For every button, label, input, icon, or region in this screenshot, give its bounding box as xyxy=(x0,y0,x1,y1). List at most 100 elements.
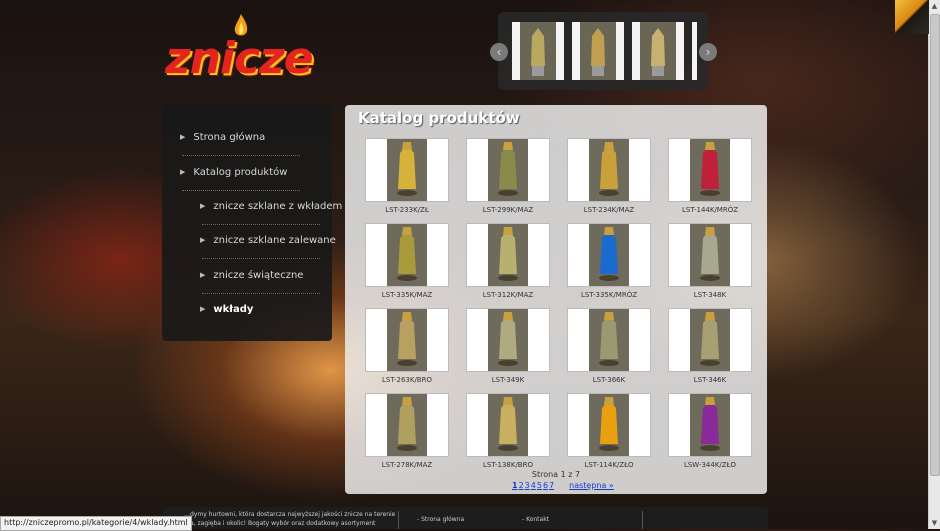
product-card[interactable]: LST-233K/ZŁ xyxy=(365,138,449,214)
product-card[interactable]: LST-299K/MAZ xyxy=(466,138,550,214)
product-code[interactable]: LST-114K/ZŁO xyxy=(567,461,651,469)
candle-icon xyxy=(690,309,730,371)
candle-icon xyxy=(488,139,528,201)
product-card[interactable]: LST-138K/BRO xyxy=(466,393,550,469)
product-code[interactable]: LST-234K/MAZ xyxy=(567,206,651,214)
product-image[interactable] xyxy=(466,138,550,202)
sidebar-item-wklady[interactable]: ▶ wkłady xyxy=(200,304,253,315)
candle-icon xyxy=(387,394,427,456)
candle-icon xyxy=(488,309,528,371)
product-card[interactable]: LST-278K/MAZ xyxy=(365,393,449,469)
pagination: 1234567 następna » xyxy=(512,481,615,490)
page-link[interactable]: 7 xyxy=(549,481,554,490)
next-page-link[interactable]: następna » xyxy=(569,481,614,490)
catalog-panel: Katalog produktów LST-233K/ZŁ LST-299K/MA… xyxy=(345,105,767,494)
product-card[interactable]: LST-348K xyxy=(668,223,752,299)
product-card[interactable]: LST-114K/ZŁO xyxy=(567,393,651,469)
pagination-info: Strona 1 z 7 xyxy=(531,470,581,479)
product-card[interactable]: LST-234K/MAZ xyxy=(567,138,651,214)
arrow-right-icon: ▶ xyxy=(200,271,206,279)
product-image[interactable] xyxy=(668,223,752,287)
product-code[interactable]: LST-263K/BRO xyxy=(365,376,449,384)
scrollbar-thumb[interactable] xyxy=(930,14,940,476)
candle-icon xyxy=(589,224,629,286)
product-image[interactable] xyxy=(466,308,550,372)
footer: …dymy hurtowni, która dostarcza najwyższ… xyxy=(162,507,768,529)
product-image[interactable] xyxy=(365,393,449,457)
divider xyxy=(182,155,300,157)
product-image[interactable] xyxy=(466,223,550,287)
page-link[interactable]: 5 xyxy=(537,481,542,490)
product-code[interactable]: LST-335K/MRÓZ xyxy=(567,291,651,299)
arrow-right-icon: ▶ xyxy=(200,202,206,210)
sidebar-item-zalewane[interactable]: ▶ znicze szklane zalewane xyxy=(200,235,336,246)
product-card[interactable]: LST-366K xyxy=(567,308,651,384)
product-image[interactable] xyxy=(365,138,449,202)
arrow-right-icon: ▶ xyxy=(180,168,186,176)
product-image[interactable] xyxy=(567,393,651,457)
vertical-scrollbar[interactable]: ▲ ▼ xyxy=(928,0,940,529)
candle-icon xyxy=(387,224,427,286)
product-code[interactable]: LST-299K/MAZ xyxy=(466,206,550,214)
product-code[interactable]: LST-233K/ZŁ xyxy=(365,206,449,214)
divider xyxy=(202,293,320,295)
sidebar-item-strona-glowna[interactable]: ▶ Strona główna xyxy=(180,132,265,143)
product-image[interactable] xyxy=(466,393,550,457)
sidebar-item-swiateczne[interactable]: ▶ znicze świąteczne xyxy=(200,270,303,281)
page-link[interactable]: 3 xyxy=(525,481,530,490)
product-code[interactable]: LSW-344K/ZŁO xyxy=(668,461,752,469)
sidebar-item-z-wkladem[interactable]: ▶ znicze szklane z wkładem xyxy=(200,201,342,212)
arrow-right-icon: ▶ xyxy=(200,236,206,244)
page-link[interactable]: 6 xyxy=(543,481,548,490)
product-code[interactable]: LST-366K xyxy=(567,376,651,384)
slider-thumbnail[interactable] xyxy=(692,22,697,80)
sidebar-item-katalog[interactable]: ▶ Katalog produktów xyxy=(180,167,287,178)
product-image[interactable] xyxy=(668,308,752,372)
site-logo[interactable]: znicze xyxy=(165,14,355,84)
footer-link-home[interactable]: - Strona główna xyxy=(417,516,464,523)
page-link[interactable]: 2 xyxy=(519,481,524,490)
product-image[interactable] xyxy=(668,138,752,202)
slider-thumbnail[interactable] xyxy=(512,22,564,80)
scroll-down-icon[interactable]: ▼ xyxy=(931,519,938,527)
logo-text: znicze xyxy=(165,33,314,84)
product-code[interactable]: LST-335K/MAZ xyxy=(365,291,449,299)
product-card[interactable]: LST-263K/BRO xyxy=(365,308,449,384)
product-card[interactable]: LST-346K xyxy=(668,308,752,384)
product-code[interactable]: LST-138K/BRO xyxy=(466,461,550,469)
divider xyxy=(202,258,320,260)
candle-icon xyxy=(589,139,629,201)
product-card[interactable]: LST-335K/MRÓZ xyxy=(567,223,651,299)
candle-icon xyxy=(387,309,427,371)
product-image[interactable] xyxy=(567,138,651,202)
footer-link-contact[interactable]: - Kontakt xyxy=(522,516,549,523)
chevron-left-icon[interactable]: ‹ xyxy=(490,43,508,61)
candle-icon xyxy=(589,309,629,371)
product-image[interactable] xyxy=(668,393,752,457)
product-code[interactable]: LST-278K/MAZ xyxy=(365,461,449,469)
product-code[interactable]: LST-349K xyxy=(466,376,550,384)
product-code[interactable]: LST-348K xyxy=(668,291,752,299)
candle-icon xyxy=(690,139,730,201)
product-card[interactable]: LST-335K/MAZ xyxy=(365,223,449,299)
product-image[interactable] xyxy=(365,223,449,287)
product-image[interactable] xyxy=(365,308,449,372)
page-link[interactable]: 4 xyxy=(531,481,536,490)
product-image[interactable] xyxy=(567,308,651,372)
divider xyxy=(398,511,399,529)
product-code[interactable]: LST-346K xyxy=(668,376,752,384)
product-card[interactable]: LST-312K/MAZ xyxy=(466,223,550,299)
slider-thumbnail[interactable] xyxy=(632,22,684,80)
candle-icon xyxy=(690,224,730,286)
product-image[interactable] xyxy=(567,223,651,287)
page-link[interactable]: 1 xyxy=(512,481,518,490)
scroll-up-icon[interactable]: ▲ xyxy=(931,2,938,10)
slider-thumbnail[interactable] xyxy=(572,22,624,80)
product-card[interactable]: LST-144K/MRÓZ xyxy=(668,138,752,214)
product-code[interactable]: LST-312K/MAZ xyxy=(466,291,550,299)
product-card[interactable]: LST-349K xyxy=(466,308,550,384)
product-card[interactable]: LSW-344K/ZŁO xyxy=(668,393,752,469)
divider xyxy=(202,224,320,226)
product-code[interactable]: LST-144K/MRÓZ xyxy=(668,206,752,214)
chevron-right-icon[interactable]: › xyxy=(699,43,717,61)
